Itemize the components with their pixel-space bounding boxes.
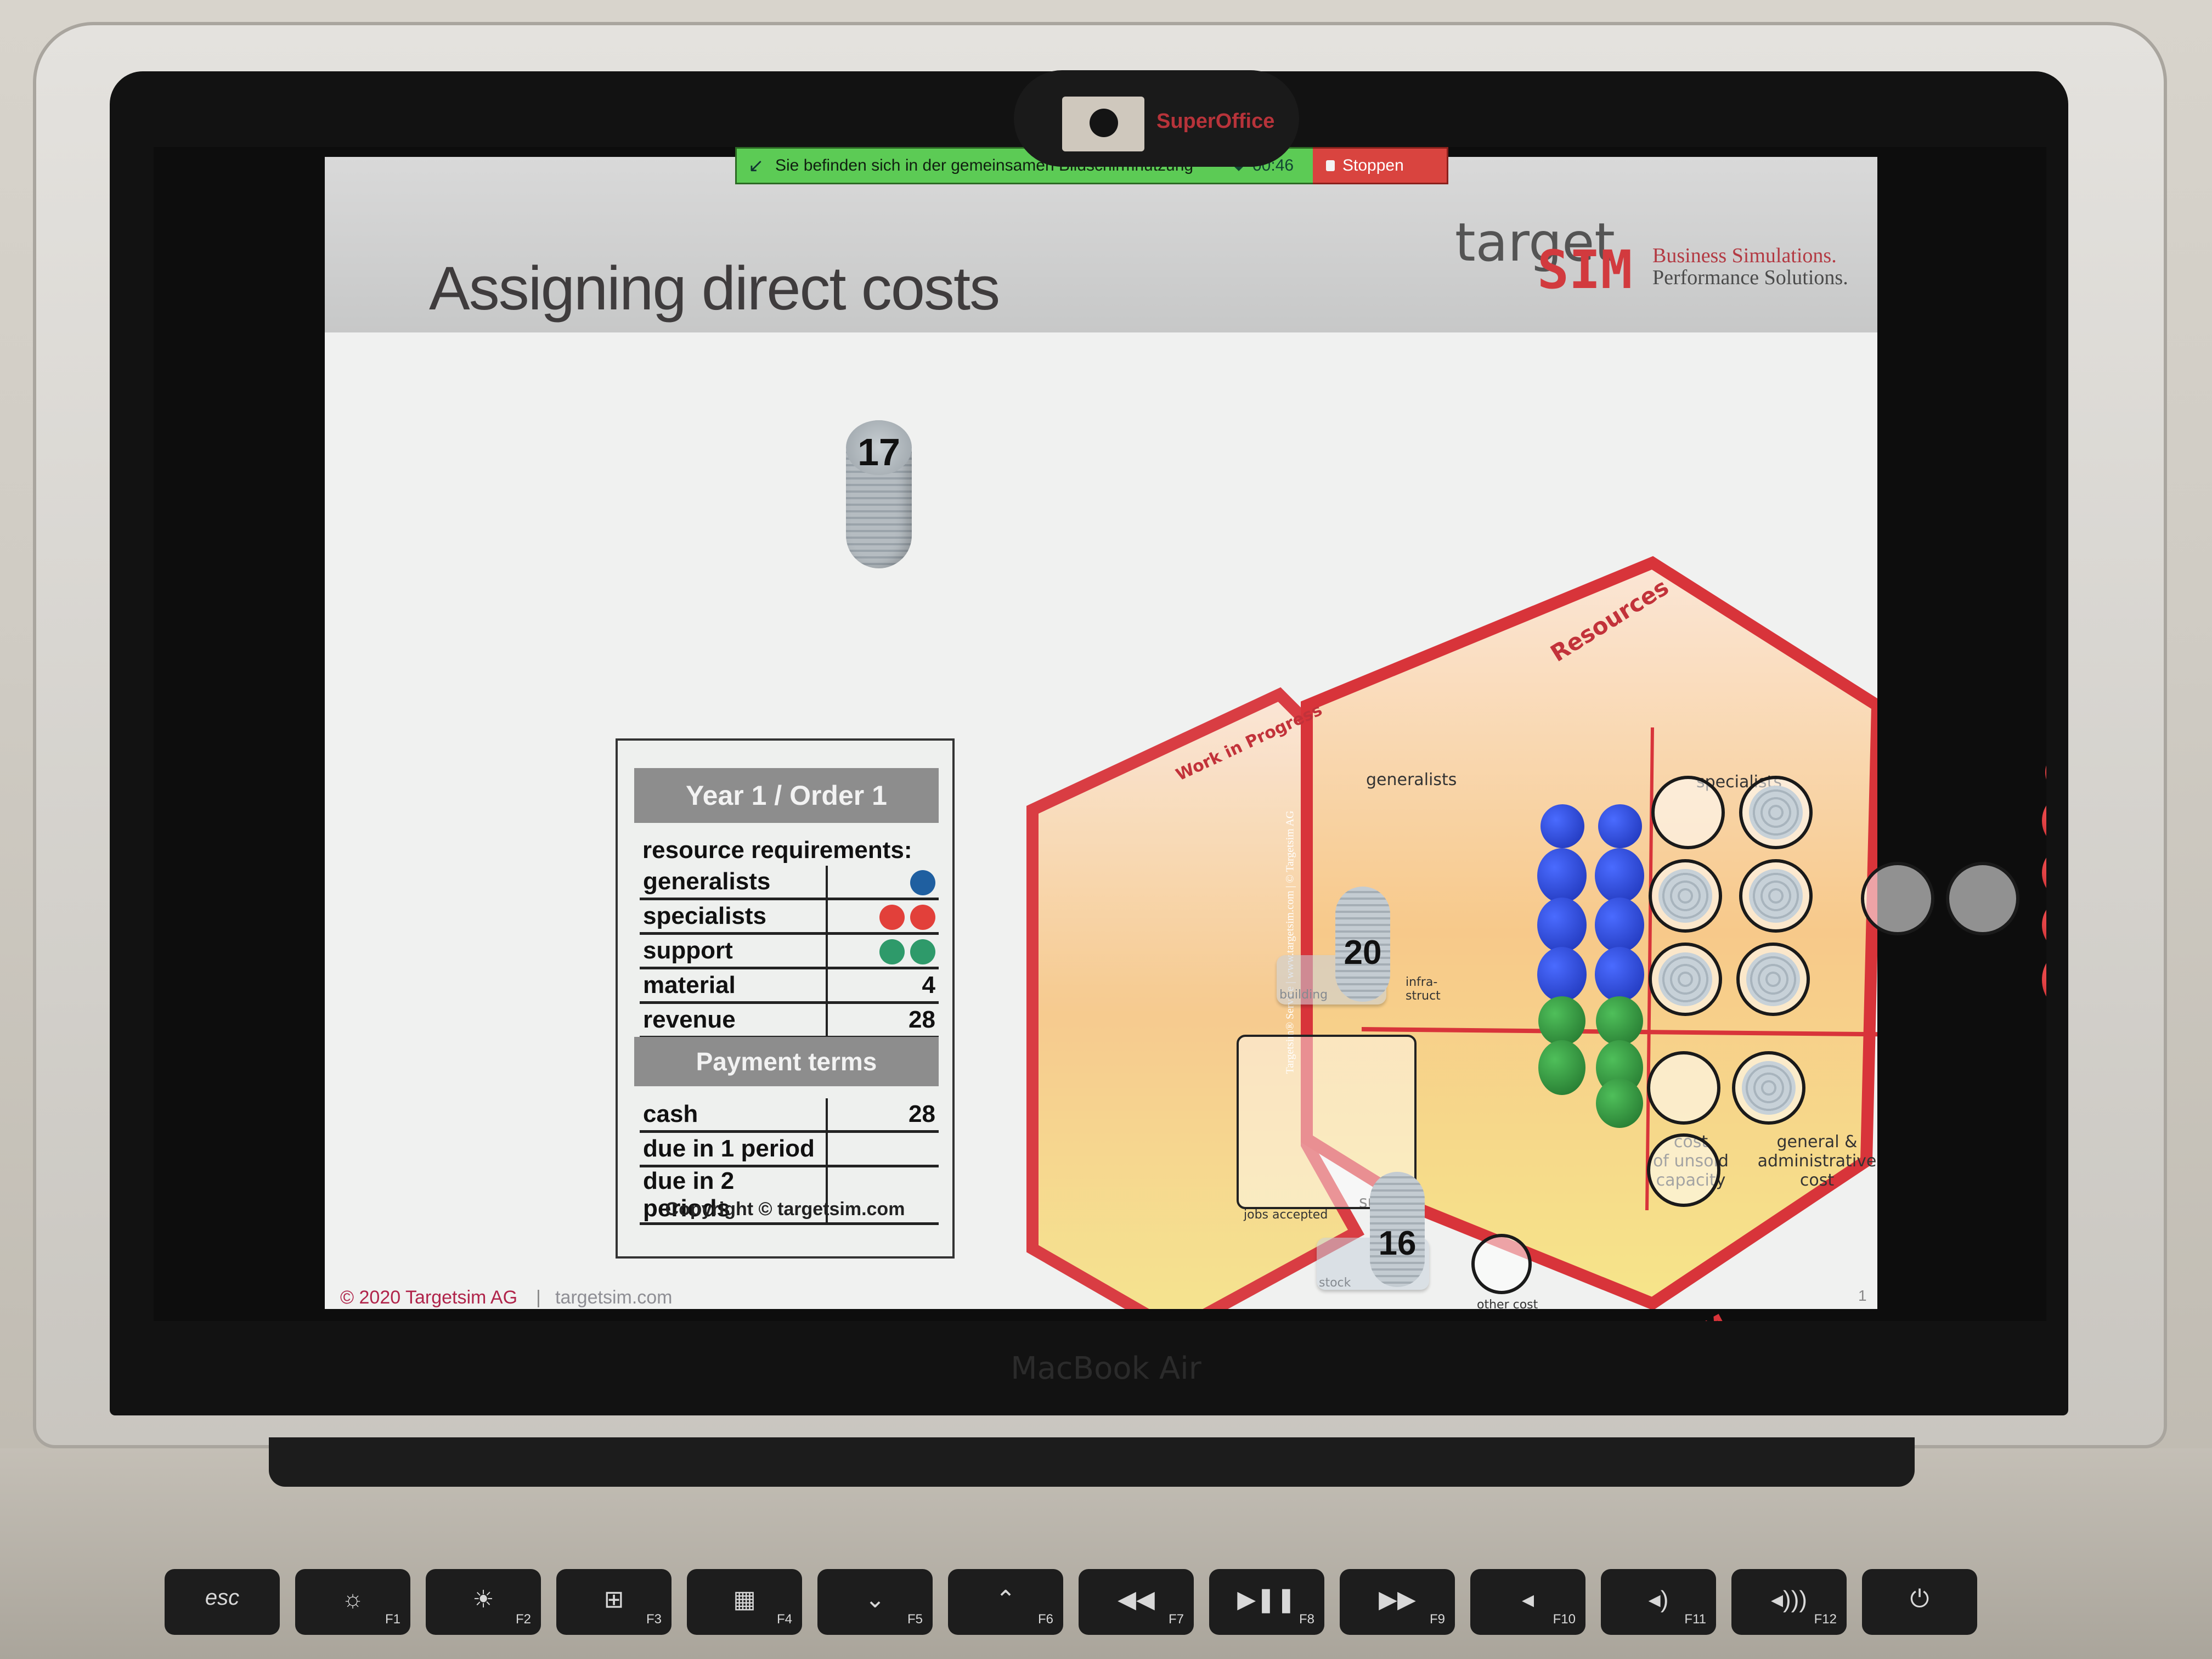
key-fn-label: F1: [385, 1612, 400, 1627]
key-glyph: esc: [205, 1585, 240, 1610]
volume-down-icon: ◂): [1648, 1586, 1669, 1613]
generalists-label: generalists: [1366, 770, 1457, 789]
key-esc[interactable]: esc: [165, 1569, 280, 1635]
generalist-slot-filled[interactable]: [1649, 859, 1722, 933]
generalist-slot-filled[interactable]: [1739, 776, 1813, 849]
generalist-slot-filled[interactable]: [1736, 943, 1810, 1016]
support-slot[interactable]: [1647, 1133, 1720, 1207]
key-f10[interactable]: ◂ F10: [1470, 1569, 1585, 1635]
key-f8[interactable]: ▶❚❚ F8: [1209, 1569, 1324, 1635]
mute-icon: ◂: [1521, 1586, 1534, 1613]
webcam-cover-brand: SuperOffice: [1156, 110, 1275, 133]
generalist-pawn-stack[interactable]: [1537, 804, 1587, 1101]
other-cost-slot[interactable]: [1471, 1234, 1532, 1294]
brightness-down-icon: ☼: [341, 1585, 364, 1612]
hinge: [269, 1437, 1915, 1487]
power-icon: ⏻: [1910, 1585, 1929, 1612]
stop-label: Stoppen: [1342, 156, 1404, 174]
arrow-icon[interactable]: ↙: [737, 155, 775, 177]
volume-up-icon: ◂))): [1770, 1586, 1808, 1613]
support-slot-filled[interactable]: [1732, 1051, 1805, 1125]
key-fn-label: F12: [1814, 1612, 1837, 1627]
support-slot[interactable]: [1647, 1051, 1720, 1125]
page-number: 1: [1858, 1287, 1867, 1304]
other-cost-label: other cost: [1477, 1298, 1538, 1312]
key-f1[interactable]: ☼ F1: [295, 1569, 410, 1635]
brightness-up-icon: ☀: [472, 1586, 494, 1613]
key-f7[interactable]: ◀◀ F7: [1079, 1569, 1194, 1635]
macbook-label: MacBook Air: [1011, 1351, 1201, 1386]
key-f11[interactable]: ◂) F11: [1601, 1569, 1716, 1635]
key-fn-label: F2: [515, 1612, 531, 1627]
stock-coin-stack[interactable]: 16: [1370, 1172, 1425, 1287]
screen: ↙ Sie befinden sich in der gemeinsamen B…: [154, 147, 2046, 1321]
key-f6[interactable]: ⌃ F6: [948, 1569, 1063, 1635]
footer-copyright: © 2020 Targetsim AG: [340, 1287, 518, 1308]
jobs-accepted-label: jobs accepted: [1244, 1208, 1328, 1222]
keyboard-light-up-icon: ⌃: [995, 1586, 1016, 1613]
board-watermark: targetSIM: [1609, 1309, 1731, 1321]
key-f9[interactable]: ▶▶ F9: [1340, 1569, 1455, 1635]
key-fn-label: F10: [1553, 1612, 1576, 1627]
key-fn-label: F8: [1299, 1612, 1314, 1627]
specialist-pawn-stack[interactable]: [2042, 749, 2046, 1035]
stock-value: 16: [1378, 1224, 1417, 1262]
key-fn-label: F9: [1429, 1612, 1445, 1627]
rewind-icon: ◀◀: [1118, 1586, 1155, 1613]
building-coin-stack[interactable]: 20: [1335, 887, 1390, 1002]
infrastructure-label: infra- struct: [1406, 975, 1441, 1003]
key-f2[interactable]: ☀ F2: [426, 1569, 541, 1635]
stop-sharing-button[interactable]: Stoppen: [1313, 147, 1448, 184]
mission-control-icon: ⊞: [603, 1586, 624, 1613]
key-f5[interactable]: ⌄ F5: [817, 1569, 933, 1635]
building-value: 20: [1344, 934, 1382, 972]
specialist-slot[interactable]: [1861, 862, 1934, 935]
generalist-slot-filled[interactable]: [1739, 859, 1813, 933]
play-pause-icon: ▶❚❚: [1237, 1586, 1296, 1613]
function-key-row: esc ☼ F1 ☀ F2 ⊞ F3 ▦ F4 ⌄ F5 ⌃ F6 ◀◀ F7 ▶❚❚ F8 ▶…: [165, 1569, 1977, 1635]
key-fn-label: F11: [1684, 1612, 1706, 1627]
generalist-slot[interactable]: [1651, 776, 1725, 849]
presentation-slide: Assigning direct costs target SIM Busine…: [325, 157, 2046, 1321]
generalist-slot-filled[interactable]: [1649, 943, 1722, 1016]
gna-label: general & administrative cost: [1757, 1132, 1877, 1190]
key-fn-label: F4: [776, 1612, 792, 1627]
webcam-cover: SuperOffice: [1014, 70, 1299, 167]
fast-forward-icon: ▶▶: [1379, 1586, 1416, 1613]
generalist-pawn-stack[interactable]: [1595, 804, 1644, 1128]
key-fn-label: F6: [1037, 1612, 1053, 1627]
stop-square-icon: [1326, 160, 1335, 171]
watermark-sim: SIM: [1674, 1309, 1731, 1321]
camera-lens-icon: [1090, 109, 1118, 137]
keyboard-light-down-icon: ⌄: [865, 1586, 885, 1613]
key-power[interactable]: ⏻: [1862, 1569, 1977, 1635]
key-fn-label: F5: [907, 1612, 923, 1627]
game-board: Resources Work in Progress Targetsim® Se…: [325, 157, 2046, 1321]
key-fn-label: F7: [1168, 1612, 1184, 1627]
key-f4[interactable]: ▦ F4: [687, 1569, 802, 1635]
key-f3[interactable]: ⊞ F3: [556, 1569, 672, 1635]
specialist-slot[interactable]: [1946, 862, 2019, 935]
key-fn-label: F3: [646, 1612, 662, 1627]
footer-url[interactable]: targetsim.com: [555, 1287, 673, 1308]
launchpad-icon: ▦: [733, 1586, 756, 1613]
footer-separator: |: [536, 1287, 541, 1308]
key-f12[interactable]: ◂))) F12: [1731, 1569, 1847, 1635]
